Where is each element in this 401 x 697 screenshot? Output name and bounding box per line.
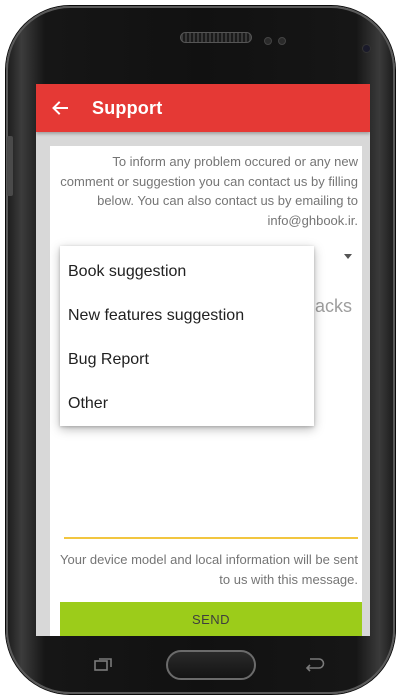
back-icon bbox=[305, 658, 325, 672]
dropdown-option-new-features-suggestion[interactable]: New features suggestion bbox=[60, 294, 314, 338]
feedback-type-dropdown: Book suggestion New features suggestion … bbox=[60, 246, 314, 426]
dropdown-option-bug-report[interactable]: Bug Report bbox=[60, 338, 314, 382]
device-info-note: Your device model and local information … bbox=[60, 552, 358, 587]
chevron-down-icon bbox=[344, 254, 352, 259]
home-button[interactable] bbox=[166, 650, 256, 680]
dropdown-option-book-suggestion[interactable]: Book suggestion bbox=[60, 250, 314, 294]
light-sensor bbox=[278, 37, 286, 45]
earpiece-speaker bbox=[180, 32, 252, 43]
send-button[interactable]: SEND bbox=[60, 602, 362, 636]
back-button[interactable] bbox=[36, 84, 84, 132]
navigation-bar bbox=[36, 636, 370, 692]
dropdown-option-other[interactable]: Other bbox=[60, 382, 314, 426]
intro-text: To inform any problem occured or any new… bbox=[60, 154, 358, 228]
phone-side-button bbox=[7, 136, 13, 196]
app-screen: Support To inform any problem occured or… bbox=[36, 84, 370, 636]
message-hint: acks bbox=[314, 296, 352, 316]
recents-button[interactable] bbox=[94, 658, 112, 672]
app-bar: Support bbox=[36, 84, 370, 132]
proximity-sensor bbox=[264, 37, 272, 45]
nav-back-button[interactable] bbox=[304, 656, 326, 672]
front-camera-icon bbox=[362, 44, 371, 53]
recents-icon bbox=[94, 658, 112, 671]
page-title: Support bbox=[92, 97, 163, 118]
arrow-left-icon bbox=[52, 101, 68, 115]
message-field[interactable] bbox=[64, 537, 358, 539]
